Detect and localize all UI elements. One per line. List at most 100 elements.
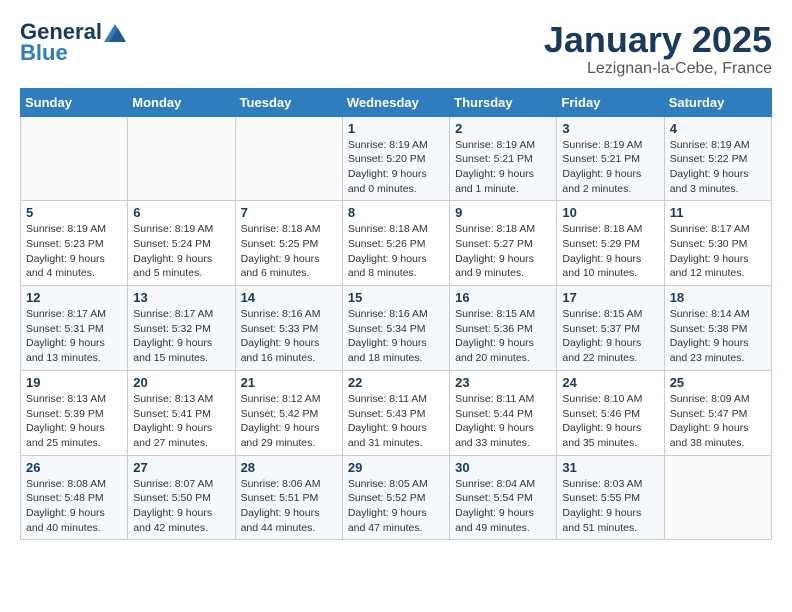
day-info: Sunrise: 8:19 AM Sunset: 5:22 PM Dayligh… [670,138,766,197]
day-info: Sunrise: 8:09 AM Sunset: 5:47 PM Dayligh… [670,392,766,451]
calendar-cell [128,116,235,201]
calendar-cell: 3 Sunrise: 8:19 AM Sunset: 5:21 PM Daylig… [557,116,664,201]
calendar-cell: 29Sunrise: 8:05 AM Sunset: 5:52 PM Dayli… [342,455,449,540]
day-info: Sunrise: 8:19 AM Sunset: 5:24 PM Dayligh… [133,222,229,281]
calendar-cell: 18 Sunrise: 8:14 AM Sunset: 5:38 PM Dayli… [664,286,771,371]
day-info: Sunrise: 8:11 AM Sunset: 5:44 PM Dayligh… [455,392,551,451]
day-number: 2 [455,121,551,136]
calendar-cell: 27 Sunrise: 8:07 AM Sunset: 5:50 PM Dayli… [128,455,235,540]
day-number: 23 [455,375,551,390]
day-info: Sunrise: 8:14 AM Sunset: 5:38 PM Dayligh… [670,307,766,366]
day-info: Sunrise: 8:16 AM Sunset: 5:33 PM Dayligh… [241,307,337,366]
day-info: Sunrise: 8:03 AM Sunset: 5:55 PM Dayligh… [562,477,658,536]
location: Lezignan-la-Cebe, France [544,60,772,78]
day-info: Sunrise: 8:10 AM Sunset: 5:46 PM Dayligh… [562,392,658,451]
day-header-saturday: Saturday [664,88,771,116]
day-number: 16 [455,290,551,305]
day-number: 22 [348,375,444,390]
day-header-wednesday: Wednesday [342,88,449,116]
calendar-cell: 22 Sunrise: 8:11 AM Sunset: 5:43 PM Dayli… [342,370,449,455]
logo-icon [104,24,126,42]
day-header-sunday: Sunday [21,88,128,116]
calendar-cell: 2 Sunrise: 8:19 AM Sunset: 5:21 PM Daylig… [450,116,557,201]
day-header-tuesday: Tuesday [235,88,342,116]
day-info: Sunrise: 8:17 AM Sunset: 5:32 PM Dayligh… [133,307,229,366]
calendar-week-row: 1Sunrise: 8:19 AM Sunset: 5:20 PM Daylig… [21,116,772,201]
calendar-cell: 4 Sunrise: 8:19 AM Sunset: 5:22 PM Daylig… [664,116,771,201]
day-info: Sunrise: 8:19 AM Sunset: 5:23 PM Dayligh… [26,222,122,281]
day-info: Sunrise: 8:15 AM Sunset: 5:37 PM Dayligh… [562,307,658,366]
day-info: Sunrise: 8:11 AM Sunset: 5:43 PM Dayligh… [348,392,444,451]
calendar-cell: 9Sunrise: 8:18 AM Sunset: 5:27 PM Daylig… [450,201,557,286]
calendar-cell: 25 Sunrise: 8:09 AM Sunset: 5:47 PM Dayli… [664,370,771,455]
calendar-cell: 31Sunrise: 8:03 AM Sunset: 5:55 PM Dayli… [557,455,664,540]
day-info: Sunrise: 8:13 AM Sunset: 5:41 PM Dayligh… [133,392,229,451]
month-title: January 2025 [544,20,772,60]
day-header-friday: Friday [557,88,664,116]
calendar-cell [21,116,128,201]
day-info: Sunrise: 8:18 AM Sunset: 5:25 PM Dayligh… [241,222,337,281]
calendar-cell: 7 Sunrise: 8:18 AM Sunset: 5:25 PM Daylig… [235,201,342,286]
day-number: 1 [348,121,444,136]
logo: General Blue [20,20,126,66]
day-number: 21 [241,375,337,390]
day-number: 8 [348,205,444,220]
calendar-cell: 16Sunrise: 8:15 AM Sunset: 5:36 PM Dayli… [450,286,557,371]
day-info: Sunrise: 8:13 AM Sunset: 5:39 PM Dayligh… [26,392,122,451]
day-number: 25 [670,375,766,390]
calendar-cell [235,116,342,201]
day-number: 17 [562,290,658,305]
calendar-cell: 26 Sunrise: 8:08 AM Sunset: 5:48 PM Dayli… [21,455,128,540]
title-block: January 2025 Lezignan-la-Cebe, France [544,20,772,78]
day-number: 28 [241,460,337,475]
calendar-cell: 30 Sunrise: 8:04 AM Sunset: 5:54 PM Dayli… [450,455,557,540]
calendar-cell: 28 Sunrise: 8:06 AM Sunset: 5:51 PM Dayli… [235,455,342,540]
day-info: Sunrise: 8:04 AM Sunset: 5:54 PM Dayligh… [455,477,551,536]
day-header-thursday: Thursday [450,88,557,116]
day-number: 24 [562,375,658,390]
calendar-cell: 6 Sunrise: 8:19 AM Sunset: 5:24 PM Daylig… [128,201,235,286]
calendar-cell [664,455,771,540]
calendar-cell: 17 Sunrise: 8:15 AM Sunset: 5:37 PM Dayli… [557,286,664,371]
day-number: 20 [133,375,229,390]
day-number: 30 [455,460,551,475]
calendar-week-row: 26 Sunrise: 8:08 AM Sunset: 5:48 PM Dayli… [21,455,772,540]
day-info: Sunrise: 8:19 AM Sunset: 5:21 PM Dayligh… [562,138,658,197]
day-info: Sunrise: 8:19 AM Sunset: 5:21 PM Dayligh… [455,138,551,197]
calendar-week-row: 19 Sunrise: 8:13 AM Sunset: 5:39 PM Dayli… [21,370,772,455]
day-info: Sunrise: 8:17 AM Sunset: 5:30 PM Dayligh… [670,222,766,281]
day-number: 7 [241,205,337,220]
calendar-cell: 10Sunrise: 8:18 AM Sunset: 5:29 PM Dayli… [557,201,664,286]
day-info: Sunrise: 8:08 AM Sunset: 5:48 PM Dayligh… [26,477,122,536]
calendar-cell: 15Sunrise: 8:16 AM Sunset: 5:34 PM Dayli… [342,286,449,371]
calendar-week-row: 12 Sunrise: 8:17 AM Sunset: 5:31 PM Dayli… [21,286,772,371]
day-number: 19 [26,375,122,390]
day-number: 6 [133,205,229,220]
day-number: 18 [670,290,766,305]
calendar-week-row: 5 Sunrise: 8:19 AM Sunset: 5:23 PM Daylig… [21,201,772,286]
day-number: 29 [348,460,444,475]
day-info: Sunrise: 8:07 AM Sunset: 5:50 PM Dayligh… [133,477,229,536]
day-number: 26 [26,460,122,475]
calendar-cell: 24 Sunrise: 8:10 AM Sunset: 5:46 PM Dayli… [557,370,664,455]
day-header-monday: Monday [128,88,235,116]
day-info: Sunrise: 8:17 AM Sunset: 5:31 PM Dayligh… [26,307,122,366]
calendar-cell: 12 Sunrise: 8:17 AM Sunset: 5:31 PM Dayli… [21,286,128,371]
day-info: Sunrise: 8:18 AM Sunset: 5:26 PM Dayligh… [348,222,444,281]
day-number: 27 [133,460,229,475]
day-number: 3 [562,121,658,136]
calendar-table: SundayMondayTuesdayWednesdayThursdayFrid… [20,88,772,541]
day-number: 11 [670,205,766,220]
day-number: 12 [26,290,122,305]
calendar-cell: 13Sunrise: 8:17 AM Sunset: 5:32 PM Dayli… [128,286,235,371]
day-info: Sunrise: 8:12 AM Sunset: 5:42 PM Dayligh… [241,392,337,451]
day-info: Sunrise: 8:18 AM Sunset: 5:27 PM Dayligh… [455,222,551,281]
day-number: 5 [26,205,122,220]
day-info: Sunrise: 8:06 AM Sunset: 5:51 PM Dayligh… [241,477,337,536]
day-number: 15 [348,290,444,305]
calendar-cell: 1Sunrise: 8:19 AM Sunset: 5:20 PM Daylig… [342,116,449,201]
day-number: 4 [670,121,766,136]
calendar-header-row: SundayMondayTuesdayWednesdayThursdayFrid… [21,88,772,116]
calendar-cell: 20 Sunrise: 8:13 AM Sunset: 5:41 PM Dayli… [128,370,235,455]
calendar-cell: 19 Sunrise: 8:13 AM Sunset: 5:39 PM Dayli… [21,370,128,455]
